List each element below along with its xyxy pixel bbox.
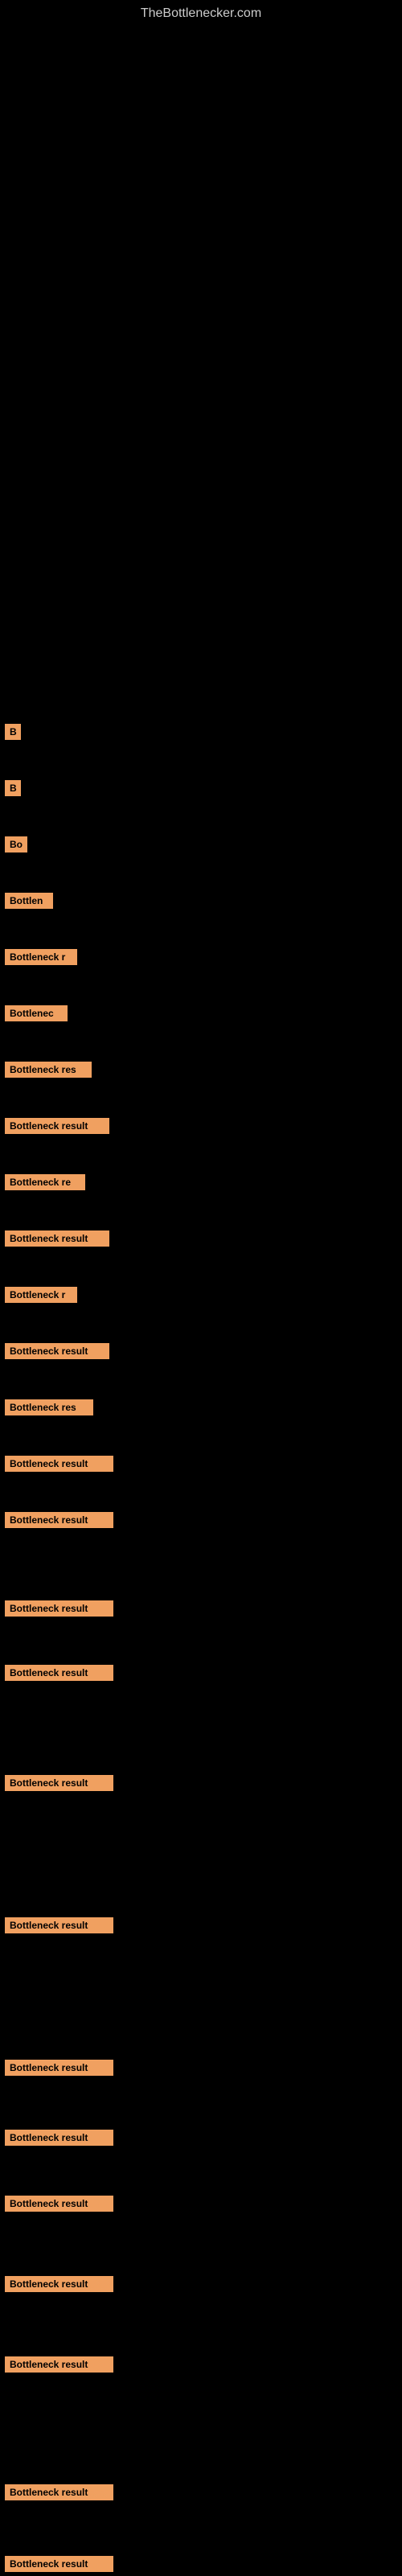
result-row-18: Bottleneck result	[2, 1775, 113, 1795]
bottleneck-label-25: Bottleneck result	[5, 2484, 113, 2500]
result-row-19: Bottleneck result	[2, 1917, 113, 1937]
bottleneck-label-20: Bottleneck result	[5, 2060, 113, 2076]
bottleneck-label-9: Bottleneck re	[5, 1174, 85, 1190]
bottleneck-label-1: B	[5, 724, 21, 740]
bottleneck-label-19: Bottleneck result	[5, 1917, 113, 1933]
result-row-11: Bottleneck r	[2, 1287, 77, 1307]
result-row-5: Bottleneck r	[2, 949, 77, 969]
result-row-2: B	[2, 780, 21, 800]
site-title: TheBottlenecker.com	[0, 0, 402, 24]
result-row-13: Bottleneck res	[2, 1399, 93, 1419]
bottleneck-label-4: Bottlen	[5, 893, 53, 909]
result-row-1: B	[2, 724, 21, 744]
bottleneck-label-23: Bottleneck result	[5, 2276, 113, 2292]
result-row-4: Bottlen	[2, 893, 53, 913]
bottleneck-label-21: Bottleneck result	[5, 2130, 113, 2146]
result-row-20: Bottleneck result	[2, 2060, 113, 2080]
result-row-9: Bottleneck re	[2, 1174, 85, 1194]
result-row-14: Bottleneck result	[2, 1456, 113, 1476]
result-row-17: Bottleneck result	[2, 1665, 113, 1685]
result-row-22: Bottleneck result	[2, 2196, 113, 2216]
bottleneck-label-7: Bottleneck res	[5, 1062, 92, 1078]
bottleneck-label-22: Bottleneck result	[5, 2196, 113, 2212]
bottleneck-label-12: Bottleneck result	[5, 1343, 109, 1359]
result-row-12: Bottleneck result	[2, 1343, 109, 1363]
result-row-6: Bottlenec	[2, 1005, 68, 1025]
chart-area	[0, 24, 402, 281]
result-row-7: Bottleneck res	[2, 1062, 92, 1082]
bottleneck-label-8: Bottleneck result	[5, 1118, 109, 1134]
result-row-21: Bottleneck result	[2, 2130, 113, 2150]
result-row-15: Bottleneck result	[2, 1512, 113, 1532]
bottleneck-label-3: Bo	[5, 836, 27, 853]
bottleneck-label-2: B	[5, 780, 21, 796]
bottleneck-label-5: Bottleneck r	[5, 949, 77, 965]
bottleneck-label-11: Bottleneck r	[5, 1287, 77, 1303]
result-row-23: Bottleneck result	[2, 2276, 113, 2296]
result-row-10: Bottleneck result	[2, 1230, 109, 1251]
bottleneck-label-15: Bottleneck result	[5, 1512, 113, 1528]
result-row-24: Bottleneck result	[2, 2356, 113, 2377]
bottleneck-label-6: Bottlenec	[5, 1005, 68, 1021]
result-row-26: Bottleneck result	[2, 2556, 113, 2576]
bottleneck-label-18: Bottleneck result	[5, 1775, 113, 1791]
result-row-25: Bottleneck result	[2, 2484, 113, 2504]
bottleneck-label-14: Bottleneck result	[5, 1456, 113, 1472]
result-row-8: Bottleneck result	[2, 1118, 109, 1138]
result-row-16: Bottleneck result	[2, 1600, 113, 1621]
bottleneck-label-13: Bottleneck res	[5, 1399, 93, 1415]
bottleneck-label-17: Bottleneck result	[5, 1665, 113, 1681]
bottleneck-label-16: Bottleneck result	[5, 1600, 113, 1617]
bottleneck-label-26: Bottleneck result	[5, 2556, 113, 2572]
bottleneck-label-24: Bottleneck result	[5, 2356, 113, 2373]
result-row-3: Bo	[2, 836, 27, 857]
bottleneck-label-10: Bottleneck result	[5, 1230, 109, 1247]
